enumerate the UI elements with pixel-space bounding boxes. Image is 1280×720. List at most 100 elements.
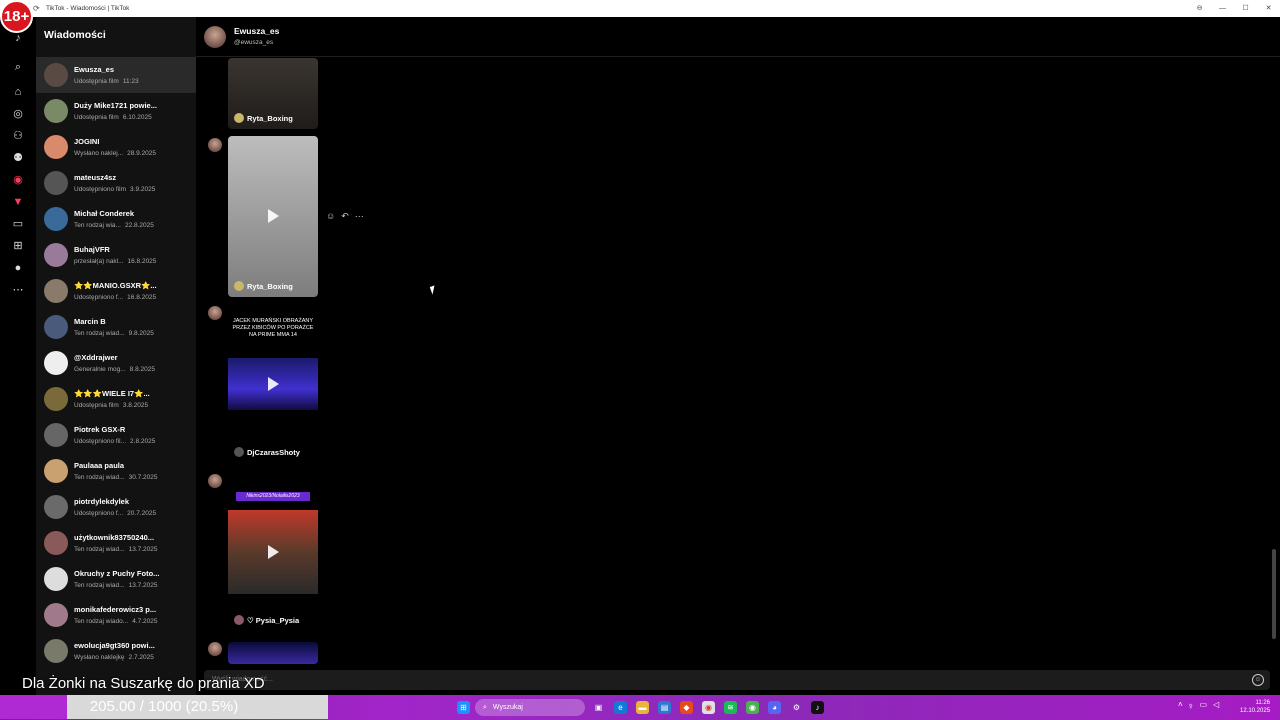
store-icon[interactable]: ▤ <box>658 701 671 714</box>
taskbar-clock[interactable]: 11:26 12.10.2025 <box>1240 699 1270 715</box>
avatar[interactable] <box>204 26 226 48</box>
live-icon[interactable]: ◉ <box>11 173 25 187</box>
conversation-date: 3.9.2025 <box>130 186 156 193</box>
conversation-text: Duży Mike1721 powie... Udostępnia film 6.1… <box>74 101 186 121</box>
chevron-up-icon[interactable]: ˄ <box>1178 700 1183 710</box>
home-icon[interactable]: ⌂ <box>11 85 25 99</box>
conversation-item[interactable]: monikafederowicz3 p... Ten rodzaj wiado..… <box>36 597 196 633</box>
network-icon[interactable]: ▭ <box>1199 700 1207 710</box>
conversation-date: 11:23 <box>122 78 139 85</box>
profile-icon[interactable]: ● <box>11 261 25 275</box>
conversation-date: 4.7.2025 <box>132 618 158 625</box>
activity-icon[interactable]: ▼ <box>11 195 25 209</box>
minimize-button[interactable]: — <box>1211 0 1234 17</box>
more-options-icon[interactable]: ⋯ <box>355 211 364 222</box>
microphone-icon[interactable]: ⍚ <box>1189 700 1194 710</box>
chat-contact-name[interactable]: Ewusza_es <box>234 26 279 36</box>
conversation-date: 30.7.2025 <box>128 474 158 481</box>
conversation-preview-text: Udostępniono f... <box>74 294 124 301</box>
conversation-item[interactable]: ⭐⭐MANIO.GSXR⭐... Udostępniono f... 16.8.20… <box>36 273 196 309</box>
messages-icon[interactable]: ▭ <box>11 217 25 231</box>
conversation-name: ⭐⭐MANIO.GSXR⭐... <box>74 281 157 290</box>
conversation-preview-text: Ten rodzaj wiado... <box>74 618 129 625</box>
conversation-item[interactable]: piotrdylekdylek Udostępniono f... 20.7.202… <box>36 489 196 525</box>
task-view-icon[interactable]: ▣ <box>592 701 605 714</box>
extensions-icon[interactable]: ⊖ <box>1188 0 1211 17</box>
chrome-icon[interactable]: ◉ <box>702 701 715 714</box>
shared-video-card[interactable] <box>228 642 318 664</box>
search-icon[interactable]: ⌕ <box>11 60 25 74</box>
chat-scrollbar[interactable] <box>1272 549 1276 639</box>
message-avatar <box>208 642 222 656</box>
conversation-preview: Ten rodzaj wiad... 9.8.2025 <box>74 330 186 337</box>
maximize-button[interactable]: ☐ <box>1234 0 1257 17</box>
shared-video-card[interactable]: Ryta_Boxing <box>228 136 318 297</box>
tiktok-logo-icon[interactable]: ♪ <box>11 31 25 45</box>
message-avatar <box>208 306 222 320</box>
video-author: DjCzarasShoty <box>234 447 300 457</box>
conversation-preview-text: Ten rodzaj wiad... <box>74 474 125 481</box>
conversation-item[interactable]: Okruchy z Puchy Foto... Ten rodzaj wiad..… <box>36 561 196 597</box>
play-icon <box>268 377 279 391</box>
conversation-text: JOGINI Wysłano naklej... 28.9.2025 <box>74 137 186 157</box>
start-icon[interactable]: ⊞ <box>457 701 470 714</box>
conversation-item[interactable]: ⭐⭐⭐WIELE I7⭐... Udostępnia film 3.8.2025 <box>36 381 196 417</box>
avatar <box>44 315 68 339</box>
conversation-date: 3.8.2025 <box>122 402 149 409</box>
file-explorer-icon[interactable]: ▬ <box>636 701 649 714</box>
message-input[interactable]: Wyślij wiadomość... ☺ <box>204 670 1270 690</box>
conversation-item[interactable]: mateusz4sz Udostępniono film 3.9.2025 <box>36 165 196 201</box>
shared-video-card[interactable]: JACEK MURAŃSKI OBRAŻANY PRZEZ KIBICÓW PO… <box>228 306 318 463</box>
conversation-item[interactable]: Duży Mike1721 powie... Udostępnia film 6.1… <box>36 93 196 129</box>
conversation-item[interactable]: użytkownik83750240... Ten rodzaj wiad... 1… <box>36 525 196 561</box>
avatar <box>44 351 68 375</box>
discord-icon[interactable]: ◕ <box>768 701 781 714</box>
explore-icon[interactable]: ◎ <box>11 107 25 121</box>
conversation-item[interactable]: JOGINI Wysłano naklej... 28.9.2025 <box>36 129 196 165</box>
conversation-item[interactable]: @Xddrajwer Generalnie mog... 8.8.2025 <box>36 345 196 381</box>
edge-icon[interactable]: e <box>614 701 627 714</box>
avatar <box>44 423 68 447</box>
conversation-item[interactable]: Piotrek GSX-R Udostępniono fil... 2.8.2025 <box>36 417 196 453</box>
conversation-preview: Udostępniono film 3.9.2025 <box>74 186 186 193</box>
conversation-preview-text: Wysłano naklejkę <box>74 654 125 661</box>
shared-video-card[interactable]: Ryta_Boxing <box>228 58 318 129</box>
avatar <box>44 63 68 87</box>
conversation-name: JOGINI <box>74 137 100 146</box>
conversation-preview-text: Udostępniono film <box>74 186 127 193</box>
conversation-text: Ewusza_es Udostępnia film 11:23 <box>74 65 186 85</box>
tiktok-taskbar-icon[interactable]: ♪ <box>811 701 824 714</box>
author-avatar <box>234 281 244 291</box>
settings-icon[interactable]: ⚙ <box>790 701 803 714</box>
upload-icon[interactable]: ⊞ <box>11 239 25 253</box>
close-button[interactable]: ✕ <box>1257 0 1280 17</box>
conversation-name: Okruchy z Puchy Foto... <box>74 569 160 578</box>
conversation-item[interactable]: Michał Conderek Ten rodzaj wia... 22.8.202… <box>36 201 196 237</box>
conversation-date: 6.10.2025 <box>122 114 152 121</box>
following-icon[interactable]: ⚇ <box>11 129 25 143</box>
conversation-item[interactable]: Ewusza_es Udostępnia film 11:23 <box>36 57 196 93</box>
conversation-name: monikafederowicz3 p... <box>74 605 157 614</box>
video-tag: Nikins2023/Nolailis2023 <box>236 492 310 501</box>
chrome-profile-icon[interactable]: ◉ <box>746 701 759 714</box>
volume-icon[interactable]: ◁ <box>1213 700 1219 710</box>
react-icon[interactable]: ☺ <box>326 211 335 222</box>
reload-icon[interactable]: ⟳ <box>33 4 42 13</box>
friends-icon[interactable]: ⚉ <box>11 151 25 165</box>
conversation-item[interactable]: BuhajVFR przesłał(a) nakl... 16.8.2025 <box>36 237 196 273</box>
avatar <box>44 279 68 303</box>
system-tray: ˄ ⍚ ▭ ◁ <box>1178 700 1219 710</box>
reply-icon[interactable]: ↶ <box>341 211 349 222</box>
conversation-name: Ewusza_es <box>74 65 115 74</box>
emoji-icon[interactable]: ☺ <box>1252 674 1264 686</box>
spotify-icon[interactable]: ≋ <box>724 701 737 714</box>
conversation-name: ewolucja9gt360 powi... <box>74 641 155 650</box>
shared-video-card[interactable]: Nikins2023/Nolailis2023 ♡ Pysia_Pysia <box>228 474 318 631</box>
conversation-item[interactable]: ewolucja9gt360 powi... Wysłano naklejkę 2.… <box>36 633 196 669</box>
taskbar-search[interactable]: ⌕ Wyszukaj <box>475 699 585 716</box>
clock-date: 12.10.2025 <box>1240 708 1271 714</box>
conversation-item[interactable]: Paulaaa paula Ten rodzaj wiad... 30.7.2025 <box>36 453 196 489</box>
brave-icon[interactable]: ◆ <box>680 701 693 714</box>
more-icon[interactable]: ⋯ <box>11 283 25 297</box>
conversation-item[interactable]: Marcin B Ten rodzaj wiad... 9.8.2025 <box>36 309 196 345</box>
